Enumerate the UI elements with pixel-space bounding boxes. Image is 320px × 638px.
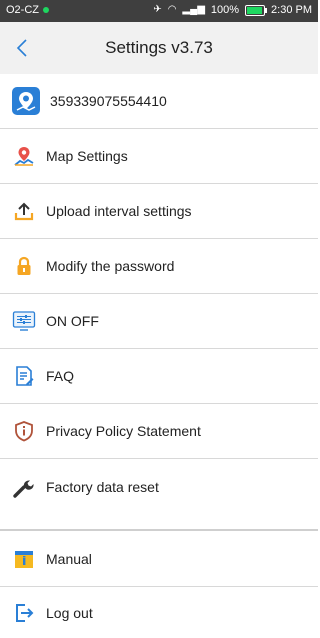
menu-item-label: Modify the password	[46, 258, 175, 274]
menu-item-label: Manual	[46, 551, 92, 567]
battery-icon	[245, 4, 268, 16]
page-title: Settings v3.73	[105, 38, 213, 57]
menu-item-upload-interval[interactable]: Upload interval settings	[0, 184, 318, 238]
carrier-label: O2-CZ	[6, 4, 39, 16]
wrench-icon	[12, 475, 36, 499]
menu-item-label: Upload interval settings	[46, 203, 192, 219]
device-row[interactable]: 359339075554410	[0, 74, 318, 128]
upload-icon	[12, 199, 36, 223]
menu-item-log-out[interactable]: Log out	[0, 587, 318, 638]
bluetooth-icon: ✈	[153, 4, 162, 15]
menu-item-on-off[interactable]: ON OFF	[0, 294, 318, 348]
section-divider	[0, 529, 318, 531]
menu-item-label: Factory data reset	[46, 478, 159, 495]
map-pin-icon	[12, 144, 36, 168]
header: Settings v3.73	[0, 22, 318, 74]
status-right: ✈ ◠ ▂▄▆ 100% 2:30 PM	[153, 4, 312, 16]
device-id: 359339075554410	[50, 93, 167, 109]
network-dot-icon	[43, 7, 49, 13]
document-icon	[12, 364, 36, 388]
menu-item-factory-reset[interactable]: Factory data reset	[0, 459, 318, 514]
lock-icon	[12, 254, 36, 278]
wifi-icon: ◠	[167, 4, 177, 15]
menu-item-map-settings[interactable]: Map Settings	[0, 129, 318, 183]
status-time: 2:30 PM	[271, 4, 312, 16]
status-bar: O2-CZ ✈ ◠ ▂▄▆ 100% 2:30 PM	[0, 0, 318, 22]
menu-item-label: ON OFF	[46, 313, 99, 329]
signal-icon: ▂▄▆	[182, 4, 205, 15]
sliders-icon	[12, 309, 36, 333]
back-button[interactable]	[12, 32, 36, 64]
menu-item-label: Privacy Policy Statement	[46, 423, 201, 439]
device-location-icon	[12, 87, 40, 115]
menu-item-faq[interactable]: FAQ	[0, 349, 318, 403]
settings-list: 359339075554410 Map Settings Upload inte…	[0, 74, 318, 638]
status-left: O2-CZ	[6, 4, 49, 16]
menu-item-label: FAQ	[46, 368, 75, 384]
menu-item-privacy-policy[interactable]: Privacy Policy Statement	[0, 404, 318, 458]
shield-icon	[12, 419, 36, 443]
book-icon	[12, 547, 36, 571]
logout-icon	[12, 601, 36, 625]
menu-item-label: Log out	[46, 604, 93, 621]
menu-item-modify-password[interactable]: Modify the password	[0, 239, 318, 293]
menu-item-manual[interactable]: Manual	[0, 532, 318, 586]
menu-item-label: Map Settings	[46, 148, 128, 164]
chevron-left-icon	[16, 39, 27, 57]
settings-screen: O2-CZ ✈ ◠ ▂▄▆ 100% 2:30 PM Settings v3.7…	[0, 0, 318, 638]
battery-percent: 100%	[210, 4, 240, 16]
